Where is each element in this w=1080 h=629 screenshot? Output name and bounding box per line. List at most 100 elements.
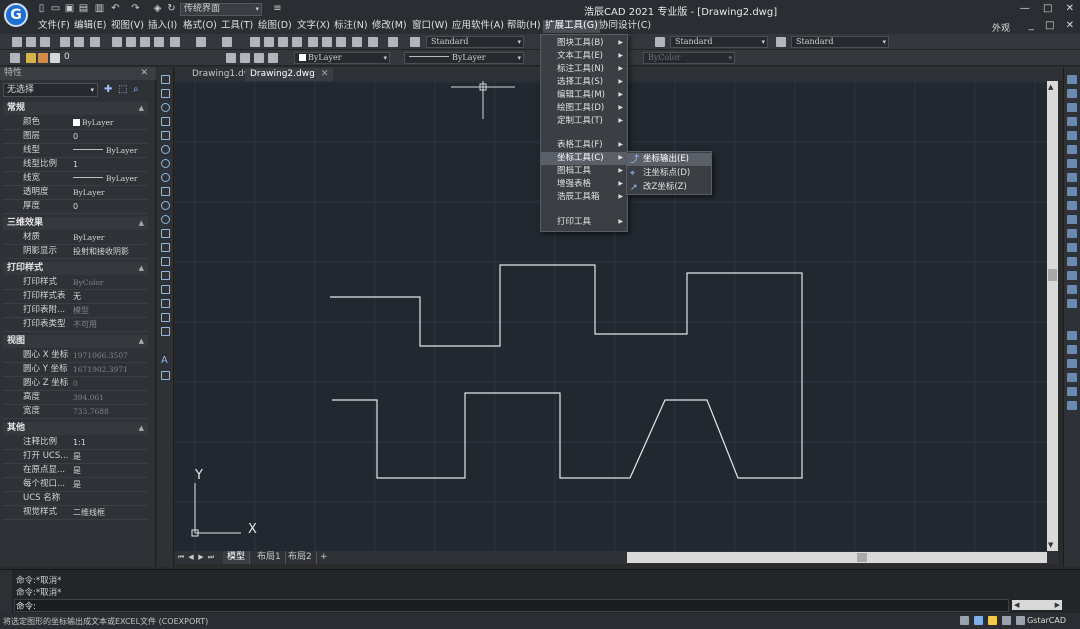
appearance-menu[interactable]: 外观 — [992, 21, 1010, 34]
layer-on-icon[interactable] — [26, 53, 36, 63]
section-misc[interactable]: 其他 ▲ — [3, 422, 148, 435]
menu-item-selection-tools[interactable]: 选择工具(S) ▶ — [541, 76, 627, 89]
trim-icon[interactable] — [1067, 201, 1077, 210]
bring-above-icon[interactable] — [1067, 359, 1077, 368]
menu-extension-tools[interactable]: 扩展工具(G) — [543, 20, 600, 33]
color-select[interactable]: ByLayer ▾ — [294, 52, 390, 64]
doc-close-button[interactable]: ✕ — [1066, 20, 1074, 31]
doc-minimize-button[interactable]: _ — [1029, 20, 1034, 31]
lower-polyline[interactable] — [332, 392, 763, 479]
text-style-select[interactable]: Standard ▾ — [426, 36, 524, 48]
menu-help[interactable]: 帮助(H) — [505, 20, 543, 33]
annotation-icon[interactable] — [974, 616, 983, 625]
make-current-layer-icon[interactable] — [226, 53, 236, 63]
minimize-button[interactable]: — — [1020, 3, 1030, 14]
new-icon[interactable] — [12, 37, 22, 47]
plot-style-select[interactable]: ByColor ▾ — [643, 52, 735, 64]
polygon-icon[interactable] — [161, 117, 170, 126]
app-logo[interactable]: G — [4, 3, 28, 27]
prop-row-ucs-at-origin[interactable]: 在原点显... 是 — [3, 464, 148, 478]
scroll-right-icon[interactable]: ▶ — [1055, 600, 1060, 610]
multileader-style-icon[interactable] — [776, 37, 786, 47]
section-view[interactable]: 视图 ▲ — [3, 335, 148, 348]
join-icon[interactable] — [1067, 257, 1077, 266]
scroll-up-icon[interactable]: ▲ — [1048, 83, 1053, 91]
properties-icon[interactable] — [322, 37, 332, 47]
collapse-icon[interactable]: ▲ — [139, 217, 144, 229]
prop-row-color[interactable]: 颜色 ByLayer — [3, 116, 148, 130]
menu-text[interactable]: 文字(X) — [295, 20, 332, 33]
lock-ui-icon[interactable] — [1002, 616, 1011, 625]
collapse-icon[interactable]: ▲ — [139, 422, 144, 434]
scroll-down-icon[interactable]: ▼ — [1048, 541, 1053, 549]
menu-item-toolbox[interactable]: 浩辰工具箱 ▶ — [541, 191, 627, 204]
menu-view[interactable]: 视图(V) — [109, 20, 146, 33]
paste-icon[interactable] — [140, 37, 150, 47]
design-center-icon[interactable] — [336, 37, 346, 47]
match-properties-icon[interactable] — [154, 37, 164, 47]
prop-row-plot-style-table[interactable]: 打印样式表无 — [3, 290, 148, 304]
settings-gear-icon[interactable] — [960, 616, 969, 625]
menu-item-custom-tools[interactable]: 定制工具(T) ▶ — [541, 115, 627, 128]
zoom-previous-icon[interactable] — [292, 37, 302, 47]
ellipse-icon[interactable] — [161, 201, 170, 210]
save-icon[interactable] — [40, 37, 50, 47]
cut-icon[interactable] — [112, 37, 122, 47]
menu-item-document-tools[interactable]: 图档工具 ▶ — [541, 165, 627, 178]
tab-drawing2[interactable]: Drawing2.dwg ✕ — [245, 68, 334, 81]
circle-icon[interactable] — [161, 159, 170, 168]
command-window-grip[interactable] — [0, 570, 12, 614]
send-under-icon[interactable] — [1067, 373, 1077, 382]
tips-icon[interactable] — [988, 616, 997, 625]
menu-item-enhanced-table[interactable]: 增强表格 ▶ — [541, 178, 627, 191]
toggle-pickadd-icon[interactable]: ✚ — [104, 85, 114, 95]
menu-window[interactable]: 窗口(W) — [410, 20, 450, 33]
offset-icon[interactable] — [1067, 117, 1077, 126]
selection-select[interactable]: 无选择 ▾ — [3, 83, 98, 97]
menu-item-edit-tools[interactable]: 编辑工具(M) ▶ — [541, 89, 627, 102]
close-tab-icon[interactable]: ✕ — [321, 69, 329, 79]
polyline-icon[interactable] — [161, 89, 170, 98]
arc-tool-icon[interactable] — [161, 103, 170, 112]
tool-palette-icon[interactable] — [352, 37, 362, 47]
ellipse-arc-icon[interactable] — [161, 215, 170, 224]
prop-row-center-z[interactable]: 圆心 Z 坐标 0 — [3, 377, 148, 391]
submenu-item-coordinate-export[interactable]: ⤴ 坐标输出(E) — [627, 153, 711, 166]
clean-screen-icon[interactable] — [1016, 616, 1025, 625]
prop-row-width[interactable]: 宽度 733.7688 — [3, 405, 148, 419]
menu-tools[interactable]: 工具(T) — [219, 20, 255, 33]
table-style-icon[interactable] — [655, 37, 665, 47]
horizontal-scroll-thumb[interactable] — [857, 553, 867, 562]
menu-item-block-tools[interactable]: 图块工具(B) ▶ — [541, 37, 627, 50]
first-layout-icon[interactable]: ⏮ — [177, 552, 185, 562]
horizontal-scrollbar[interactable] — [627, 552, 1047, 563]
prop-row-center-x[interactable]: 圆心 X 坐标 1971066.3507 — [3, 349, 148, 363]
menu-item-coordinate-tools[interactable]: 坐标工具(C) ▶ — [541, 152, 627, 165]
prop-row-plot-table-type[interactable]: 打印表类型 不可用 — [3, 318, 148, 332]
revcloud-icon[interactable] — [161, 173, 170, 182]
command-input[interactable] — [14, 599, 1009, 612]
customize-quick-access-icon[interactable]: ≡ — [272, 3, 283, 14]
spline-icon[interactable] — [161, 187, 170, 196]
add-selected-icon[interactable] — [161, 371, 170, 380]
multiline-text-icon[interactable]: A — [161, 355, 168, 366]
doc-restore-button[interactable]: □ — [1045, 20, 1054, 31]
mirror-icon[interactable] — [1067, 103, 1077, 112]
menu-item-table-tools[interactable]: 表格工具(F) ▶ — [541, 139, 627, 152]
layer-manager-icon[interactable]: ◈ — [152, 3, 163, 14]
vertical-scrollbar[interactable]: ▲ ▼ — [1047, 81, 1058, 551]
save-icon[interactable]: ▣ — [64, 3, 75, 14]
extend-icon[interactable] — [1067, 215, 1077, 224]
layer-state-icon[interactable] — [254, 53, 264, 63]
vertical-scroll-thumb[interactable] — [1048, 269, 1057, 281]
prev-layout-icon[interactable]: ◀ — [187, 552, 195, 562]
calculator-icon[interactable] — [368, 37, 378, 47]
help-icon[interactable] — [388, 37, 398, 47]
explode-icon[interactable] — [1067, 299, 1077, 308]
prop-row-lineweight[interactable]: 线宽 ByLayer — [3, 172, 148, 186]
layer-properties-icon[interactable] — [10, 53, 20, 63]
prop-row-thickness[interactable]: 厚度 0 — [3, 200, 148, 214]
prop-row-ucs-per-viewport[interactable]: 每个视口... 是 — [3, 478, 148, 492]
section-plot-style[interactable]: 打印样式 ▲ — [3, 262, 148, 275]
menu-apps[interactable]: 应用软件(A) — [450, 20, 506, 33]
